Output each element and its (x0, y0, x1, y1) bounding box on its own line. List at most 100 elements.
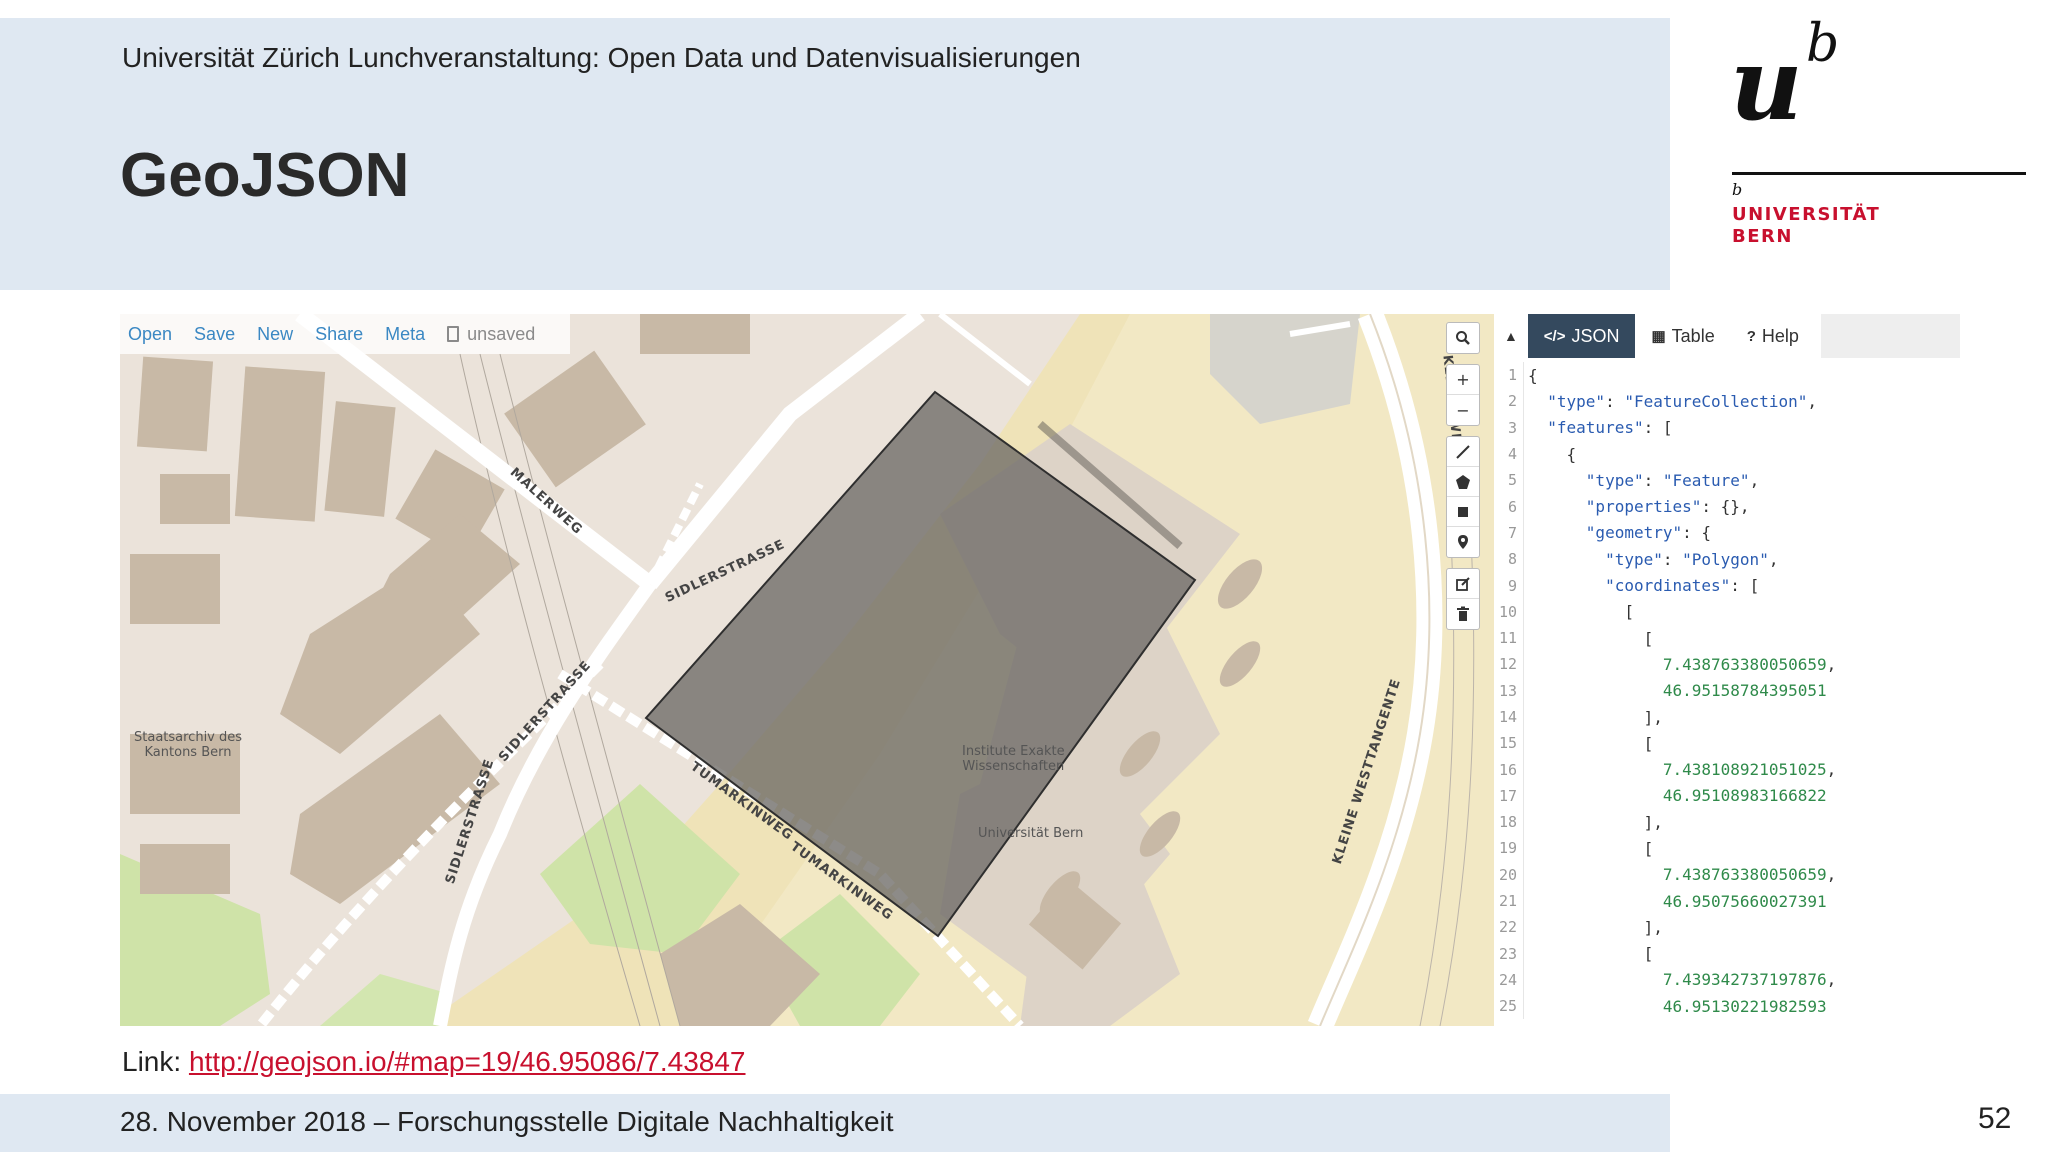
code-text: [ (1528, 628, 1654, 648)
code-line: 18 ], (1494, 809, 1960, 836)
slide-title: GeoJSON (120, 141, 410, 210)
code-text: 7.438108921051025, (1662, 760, 1837, 780)
line-number: 8 (1494, 546, 1524, 573)
code-text: 7.438763380050659, (1662, 654, 1837, 674)
map-view[interactable]: MALERWEG SIDLERSTRASSE SIDLERSTRASSE SID… (120, 314, 1494, 1026)
search-icon[interactable] (1447, 323, 1479, 353)
tab-help-label: Help (1761, 325, 1799, 346)
code-line: 11 [ (1494, 624, 1960, 652)
line-number: 5 (1494, 467, 1524, 494)
logo-wordmark-line1: UNIVERSITÄT (1732, 204, 1881, 225)
tab-json-label: JSON (1571, 325, 1620, 346)
draw-rectangle-icon[interactable] (1447, 497, 1479, 527)
line-number: 6 (1494, 493, 1524, 520)
line-number: 7 (1494, 519, 1524, 547)
line-number: 21 (1494, 887, 1524, 915)
code-line: 8 "type": "Polygon", (1494, 546, 1960, 573)
draw-line-icon[interactable] (1447, 437, 1479, 467)
code-line: 4 { (1494, 440, 1960, 468)
json-editor[interactable]: 1{2 "type": "FeatureCollection", 3 "featu… (1494, 362, 1960, 1026)
geojson-link[interactable]: http://geojson.io/#map=19/46.95086/7.438… (189, 1046, 746, 1077)
code-text: "geometry": { (1585, 523, 1712, 543)
code-text: 46.95158784395051 (1662, 681, 1827, 701)
code-line: 21 46.95075660027391 (1494, 887, 1960, 915)
code-text: ], (1528, 812, 1663, 832)
place-label-line: Wissenschaften (962, 759, 1065, 774)
line-number: 14 (1494, 703, 1524, 731)
code-text: "coordinates": [ (1605, 576, 1760, 596)
university-logo: u b b UNIVERSITÄT BERN (1730, 14, 2030, 254)
save-button[interactable]: Save (194, 324, 235, 345)
panel-tabs: ▲ </> JSON ▦ Table ? Help (1494, 314, 1960, 358)
new-button[interactable]: New (257, 324, 293, 345)
open-button[interactable]: Open (128, 324, 172, 345)
code-text: ], (1528, 707, 1663, 727)
tab-table-label: Table (1671, 325, 1715, 346)
draw-marker-icon[interactable] (1447, 527, 1479, 557)
meta-button[interactable]: Meta (385, 324, 425, 345)
code-line: 9 "coordinates": [ (1494, 572, 1960, 599)
line-number: 22 (1494, 914, 1524, 941)
link-row: Link: http://geojson.io/#map=19/46.95086… (122, 1046, 746, 1078)
edit-layers-icon[interactable] (1447, 569, 1479, 599)
code-text: 7.438763380050659, (1662, 865, 1837, 885)
line-number: 3 (1494, 414, 1524, 441)
zoom-in-button[interactable]: + (1447, 365, 1479, 395)
code-line: 14 ], (1494, 703, 1960, 731)
tab-json[interactable]: </> JSON (1527, 314, 1636, 358)
code-icon: </> (1543, 327, 1566, 345)
help-icon: ? (1746, 327, 1756, 345)
place-label-line: Staatsarchiv des (134, 730, 243, 745)
code-text: "type": "Feature", (1585, 470, 1760, 490)
code-text: 46.95130221982593 (1662, 996, 1827, 1016)
footer-text: 28. November 2018 – Forschungsstelle Dig… (120, 1106, 894, 1137)
file-toolbar: Open Save New Share Meta unsaved (120, 314, 570, 354)
line-number: 12 (1494, 651, 1524, 678)
map-tiles (120, 314, 1494, 1026)
code-line: 1{ (1494, 362, 1960, 389)
document-icon (447, 326, 460, 342)
place-label-line: Institute Exakte (962, 744, 1065, 759)
code-text: "features": [ (1547, 418, 1673, 438)
line-number: 25 (1494, 993, 1524, 1020)
logo-mark: u (1730, 25, 1803, 143)
logo-mark-superscript: b (1806, 14, 1840, 74)
page-number: 52 (1978, 1102, 2012, 1135)
map-controls: + − (1446, 322, 1480, 640)
code-line: 3 "features": [ (1494, 414, 1960, 441)
slide-subtitle: Universität Zürich Lunchveranstaltung: O… (122, 42, 1081, 73)
code-text: [ (1528, 602, 1634, 622)
place-label: Universität Bern (978, 826, 1084, 841)
line-number: 19 (1494, 835, 1524, 862)
code-text: "type": "FeatureCollection", (1547, 391, 1817, 411)
code-line: 12 7.438763380050659, (1494, 651, 1960, 678)
line-number: 15 (1494, 730, 1524, 757)
code-text: 7.439342737197876, (1662, 970, 1837, 990)
draw-polygon-icon[interactable] (1447, 467, 1479, 497)
collapse-panel-button[interactable]: ▲ (1494, 314, 1528, 358)
line-number: 2 (1494, 388, 1524, 415)
save-status-text: unsaved (467, 323, 536, 344)
tab-help[interactable]: ? Help (1731, 314, 1815, 358)
share-button[interactable]: Share (315, 324, 363, 345)
line-number: 23 (1494, 940, 1524, 967)
code-line: 15 [ (1494, 730, 1960, 757)
tab-table[interactable]: ▦ Table (1635, 314, 1730, 358)
code-text: 46.95108983166822 (1662, 786, 1827, 806)
code-line: 17 46.95108983166822 (1494, 782, 1960, 810)
code-line: 25 46.95130221982593 (1494, 993, 1960, 1020)
code-text: "properties": {}, (1585, 497, 1750, 517)
zoom-out-button[interactable]: − (1447, 395, 1479, 425)
line-number: 11 (1494, 624, 1524, 652)
code-line: 6 "properties": {}, (1494, 493, 1960, 520)
code-line: 7 "geometry": { (1494, 519, 1960, 547)
line-number: 20 (1494, 861, 1524, 888)
code-line: 23 [ (1494, 940, 1960, 967)
logo-rule (1732, 172, 2026, 175)
line-number: 24 (1494, 966, 1524, 994)
link-label: Link: (122, 1046, 189, 1077)
geojson-app: MALERWEG SIDLERSTRASSE SIDLERSTRASSE SID… (120, 314, 1960, 1026)
code-text: [ (1528, 944, 1654, 964)
code-line: 16 7.438108921051025, (1494, 756, 1960, 783)
delete-layers-icon[interactable] (1447, 599, 1479, 629)
